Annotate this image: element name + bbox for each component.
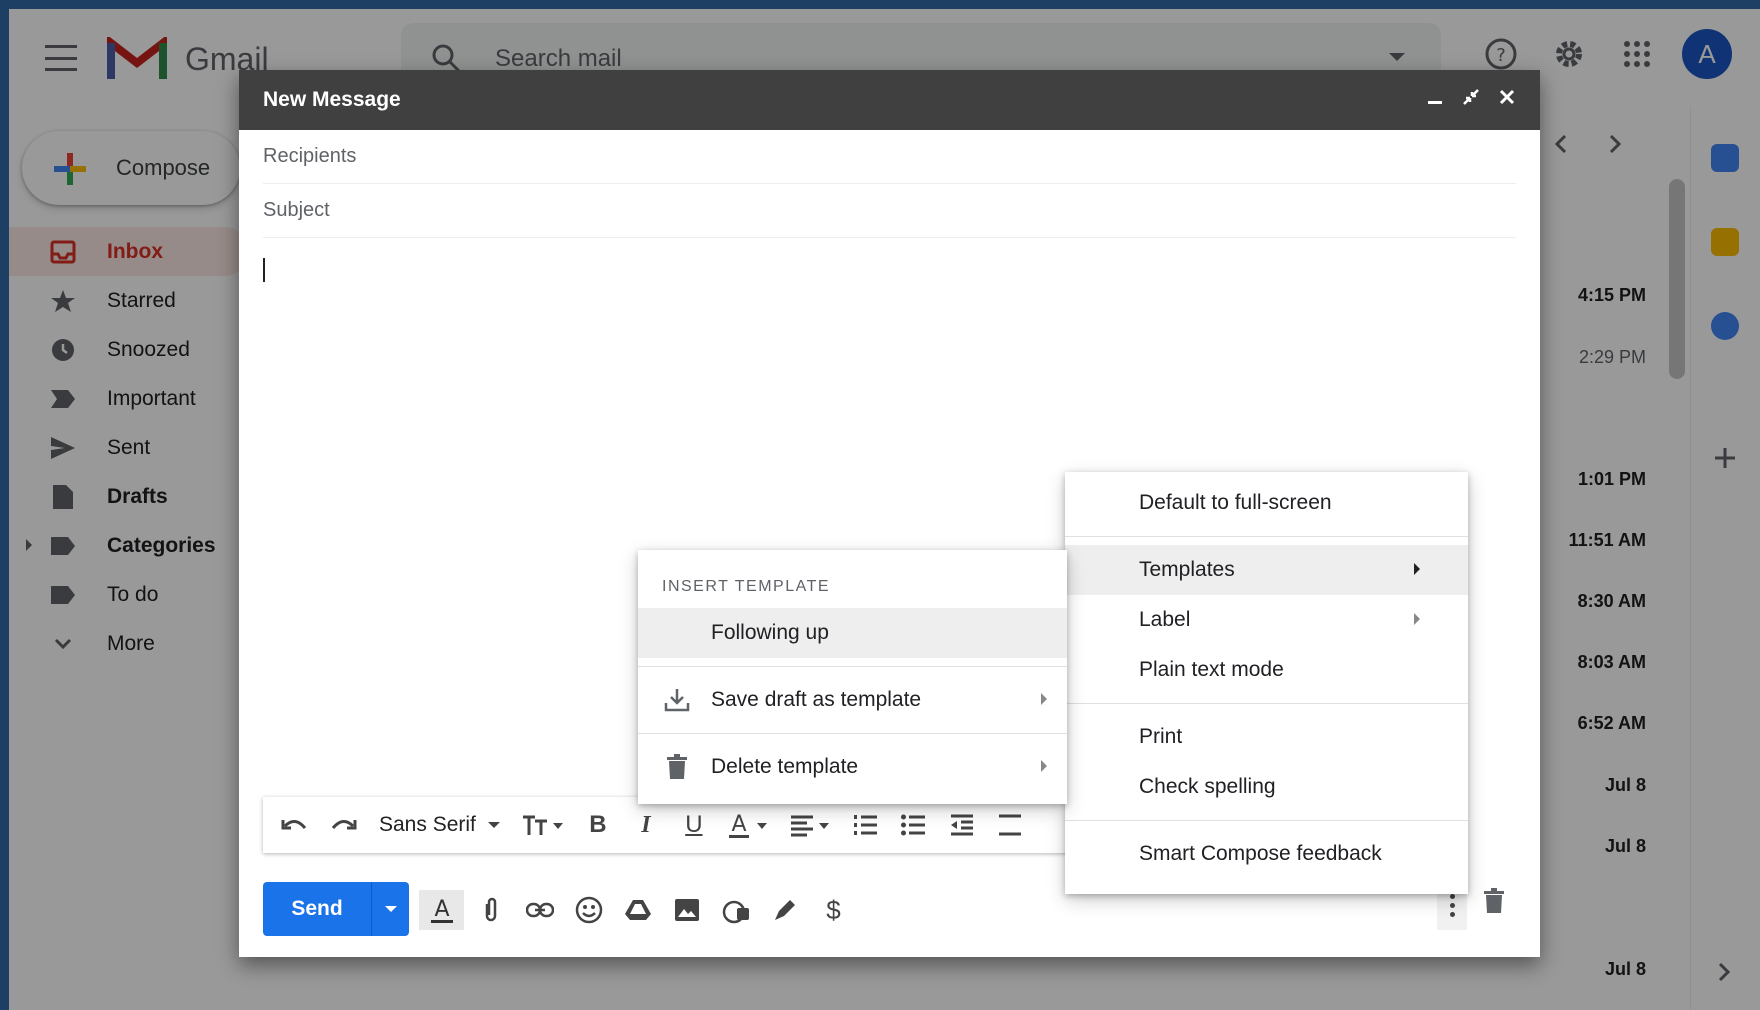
download-icon xyxy=(664,689,690,712)
minimize-icon[interactable] xyxy=(1426,88,1444,106)
menu-divider xyxy=(1065,536,1468,537)
indent-less-icon[interactable] xyxy=(940,805,984,845)
insert-template-header: INSERT TEMPLATE xyxy=(662,578,831,595)
bold-icon[interactable]: B xyxy=(576,805,620,845)
discard-draft-icon[interactable] xyxy=(1483,888,1505,914)
numbered-list-icon[interactable] xyxy=(844,805,888,845)
menu-item-label: Label xyxy=(1139,608,1191,631)
menu-item-smart-compose-feedback[interactable]: Smart Compose feedback xyxy=(1065,829,1468,879)
menu-divider xyxy=(638,733,1067,734)
menu-item-label: Check spelling xyxy=(1139,775,1276,798)
formatting-options-icon[interactable]: A xyxy=(419,890,464,930)
menu-item-label: Print xyxy=(1139,725,1183,748)
attach-file-icon[interactable] xyxy=(468,890,513,930)
compose-title: New Message xyxy=(263,88,401,111)
font-size-icon[interactable] xyxy=(514,805,572,845)
menu-item-label: Following up xyxy=(711,621,829,644)
text-color-icon[interactable]: A xyxy=(720,805,778,845)
menu-item-label-submenu[interactable]: Label xyxy=(1065,595,1468,645)
bulleted-list-icon[interactable] xyxy=(892,805,936,845)
menu-item-label: Save draft as template xyxy=(711,688,922,711)
menu-item-print[interactable]: Print xyxy=(1065,712,1468,762)
submenu-arrow-icon xyxy=(1041,693,1047,705)
indent-more-icon[interactable] xyxy=(988,805,1032,845)
menu-item-templates[interactable]: Templates xyxy=(1065,545,1468,595)
underline-icon[interactable]: U xyxy=(672,805,716,845)
send-button[interactable]: Send xyxy=(263,882,371,936)
menu-item-label: Default to full-screen xyxy=(1139,491,1332,514)
subject-field[interactable]: Subject xyxy=(263,184,1516,238)
recipients-placeholder: Recipients xyxy=(263,145,357,167)
menu-item-check-spelling[interactable]: Check spelling xyxy=(1065,762,1468,812)
italic-icon[interactable]: I xyxy=(624,805,668,845)
dropdown-arrow-icon xyxy=(487,822,500,828)
menu-item-label: Delete template xyxy=(711,755,859,778)
send-options-button[interactable] xyxy=(371,882,409,936)
exit-fullscreen-icon[interactable] xyxy=(1462,88,1480,106)
google-drive-icon[interactable] xyxy=(615,890,660,930)
close-icon[interactable] xyxy=(1498,88,1516,106)
subject-placeholder: Subject xyxy=(263,199,330,221)
submenu-arrow-icon xyxy=(1414,613,1420,625)
confidential-mode-icon[interactable] xyxy=(713,890,758,930)
menu-divider xyxy=(1065,703,1468,704)
menu-item-label: Smart Compose feedback xyxy=(1139,842,1382,865)
trash-icon xyxy=(667,754,687,779)
text-cursor xyxy=(263,258,265,282)
more-options-menu: Default to full-screen Templates Label P… xyxy=(1065,472,1468,894)
insert-link-icon[interactable] xyxy=(517,890,562,930)
align-icon[interactable] xyxy=(782,805,840,845)
svg-text:A: A xyxy=(434,897,449,922)
menu-divider xyxy=(1065,820,1468,821)
font-selector[interactable]: Sans Serif xyxy=(369,813,510,837)
redo-icon[interactable] xyxy=(321,805,365,845)
send-group: Send xyxy=(263,882,409,936)
undo-icon[interactable] xyxy=(273,805,317,845)
delete-template[interactable]: Delete template xyxy=(638,742,1067,792)
menu-item-default-fullscreen[interactable]: Default to full-screen xyxy=(1065,478,1468,528)
save-draft-as-template[interactable]: Save draft as template xyxy=(638,675,1067,725)
dropdown-arrow-icon xyxy=(384,906,397,912)
menu-item-label: Plain text mode xyxy=(1139,658,1284,681)
menu-divider xyxy=(638,666,1067,667)
templates-submenu: INSERT TEMPLATE Following up Save draft … xyxy=(638,550,1067,804)
menu-item-plain-text[interactable]: Plain text mode xyxy=(1065,645,1468,695)
submenu-arrow-icon xyxy=(1414,563,1420,575)
template-item-following-up[interactable]: Following up xyxy=(638,608,1067,658)
svg-text:A: A xyxy=(731,812,746,837)
emoji-icon[interactable] xyxy=(566,890,611,930)
submenu-arrow-icon xyxy=(1041,760,1047,772)
compose-header[interactable]: New Message xyxy=(239,70,1540,130)
font-name: Sans Serif xyxy=(379,813,476,836)
recipients-field[interactable]: Recipients xyxy=(263,130,1516,184)
compose-bottom-toolbar: A $ xyxy=(419,890,856,930)
send-money-icon[interactable]: $ xyxy=(811,890,856,930)
insert-photo-icon[interactable] xyxy=(664,890,709,930)
menu-item-label: Templates xyxy=(1139,558,1235,581)
signature-pen-icon[interactable] xyxy=(762,890,807,930)
